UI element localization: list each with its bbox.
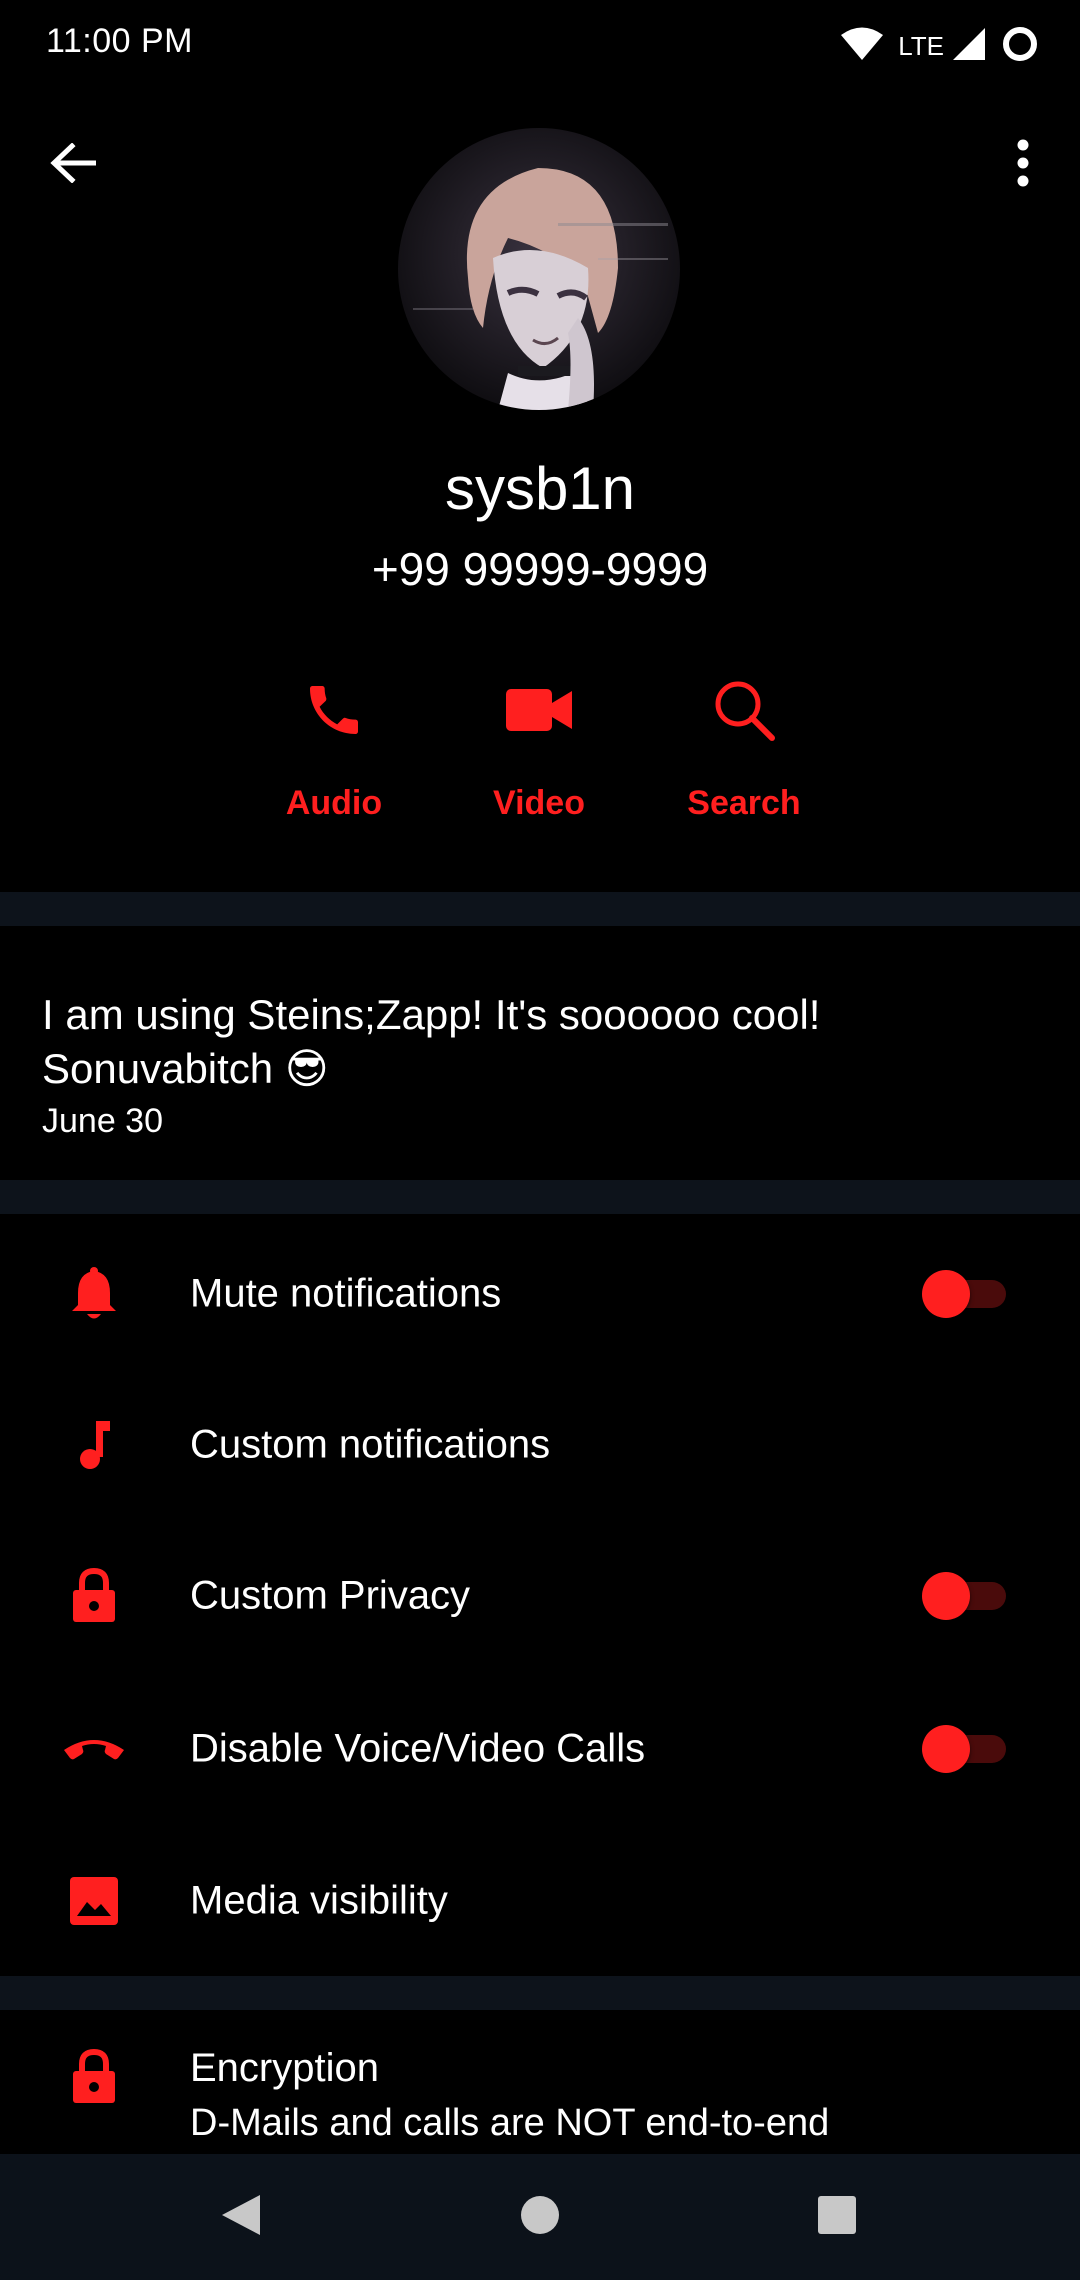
image-icon bbox=[56, 1863, 132, 1939]
mute-notifications-row[interactable]: Mute notifications bbox=[0, 1219, 1080, 1369]
profile-header: sysb1n +99 99999-9999 Audio Video Search bbox=[0, 90, 1080, 900]
music-note-icon bbox=[56, 1407, 132, 1483]
custom-privacy-toggle[interactable] bbox=[922, 1572, 1006, 1620]
media-visibility-row[interactable]: Media visibility bbox=[0, 1826, 1080, 1976]
contact-name: sysb1n bbox=[444, 455, 636, 522]
lock-icon bbox=[56, 1558, 132, 1634]
back-button[interactable] bbox=[38, 130, 108, 200]
video-call-button[interactable]: Video bbox=[444, 670, 634, 840]
custom-notifications-row[interactable]: Custom notifications bbox=[0, 1370, 1080, 1520]
disable-calls-toggle[interactable] bbox=[922, 1725, 1006, 1773]
nav-back-button[interactable] bbox=[204, 2180, 278, 2254]
recents-square-icon bbox=[817, 2195, 857, 2240]
nav-recents-button[interactable] bbox=[800, 2180, 874, 2254]
media-visibility-label: Media visibility bbox=[190, 1878, 448, 1923]
more-options-button[interactable] bbox=[988, 130, 1058, 200]
phone-icon bbox=[294, 670, 374, 750]
audio-call-button[interactable]: Audio bbox=[239, 670, 429, 840]
encryption-title: Encryption bbox=[190, 2046, 379, 2090]
arrow-left-icon bbox=[50, 141, 97, 188]
about-line-2: Sonuvabitch 😎 bbox=[42, 1045, 329, 1092]
more-vertical-icon bbox=[1016, 139, 1030, 192]
bell-icon bbox=[56, 1256, 132, 1332]
search-label: Search bbox=[687, 784, 801, 822]
nav-home-button[interactable] bbox=[503, 2180, 577, 2254]
custom-privacy-row[interactable]: Custom Privacy bbox=[0, 1521, 1080, 1671]
contact-phone: +99 99999-9999 bbox=[371, 543, 709, 595]
disable-calls-row[interactable]: Disable Voice/Video Calls bbox=[0, 1674, 1080, 1824]
section-divider bbox=[0, 892, 1080, 926]
search-icon bbox=[704, 670, 784, 750]
about-line-1: I am using Steins;Zapp! It's soooooo coo… bbox=[42, 991, 821, 1038]
network-type-label: LTE bbox=[898, 30, 944, 61]
wifi-icon bbox=[840, 26, 884, 67]
status-time: 11:00 PM bbox=[46, 22, 194, 60]
section-divider bbox=[0, 1976, 1080, 2010]
mute-notifications-label: Mute notifications bbox=[190, 1271, 502, 1316]
custom-privacy-label: Custom Privacy bbox=[190, 1573, 471, 1618]
video-camera-icon bbox=[499, 670, 579, 750]
mute-notifications-toggle[interactable] bbox=[922, 1270, 1006, 1318]
lock-icon bbox=[56, 2039, 132, 2115]
disable-calls-label: Disable Voice/Video Calls bbox=[190, 1726, 646, 1771]
status-icons: LTE bbox=[840, 26, 1040, 66]
status-bar: 11:00 PM LTE bbox=[0, 0, 1080, 90]
system-nav-bar bbox=[0, 2154, 1080, 2280]
about-section[interactable]: I am using Steins;Zapp! It's soooooo coo… bbox=[0, 926, 1080, 1180]
encryption-subtitle: D-Mails and calls are NOT end-to-end bbox=[190, 2102, 830, 2144]
avatar[interactable] bbox=[398, 128, 680, 410]
about-text: I am using Steins;Zapp! It's soooooo coo… bbox=[42, 988, 1042, 1096]
encryption-row[interactable]: Encryption D-Mails and calls are NOT end… bbox=[0, 2010, 1080, 2154]
battery-ring-icon bbox=[1000, 24, 1040, 69]
search-button[interactable]: Search bbox=[649, 670, 839, 840]
video-label: Video bbox=[493, 784, 585, 822]
signal-icon bbox=[952, 27, 986, 66]
section-divider bbox=[0, 1180, 1080, 1214]
hangup-phone-icon bbox=[56, 1711, 132, 1787]
custom-notifications-label: Custom notifications bbox=[190, 1422, 551, 1467]
about-date: June 30 bbox=[42, 1102, 163, 1140]
home-circle-icon bbox=[520, 2195, 560, 2240]
audio-label: Audio bbox=[285, 784, 383, 822]
back-triangle-icon bbox=[220, 2193, 262, 2242]
